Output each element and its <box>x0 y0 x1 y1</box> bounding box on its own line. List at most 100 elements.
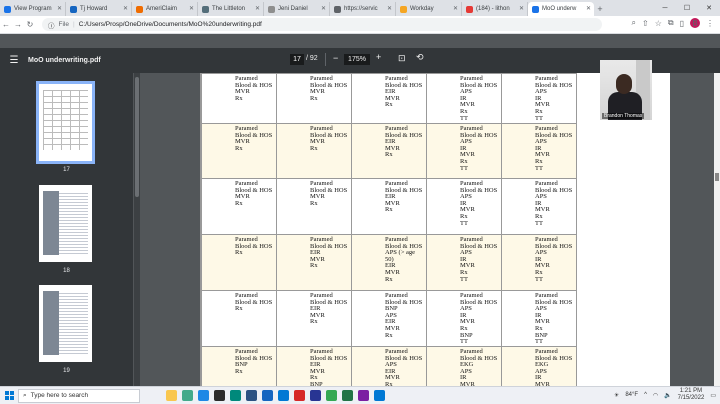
windows-start-icon[interactable] <box>0 391 18 400</box>
cell-line: TT <box>535 338 543 346</box>
taskbar-app-icon[interactable] <box>358 390 369 401</box>
taskbar-app-icon[interactable] <box>214 390 225 401</box>
tab-title: View Program <box>14 6 52 12</box>
cell-line: TT <box>460 338 468 346</box>
network-icon[interactable]: ◠ <box>653 392 658 399</box>
page-number-input[interactable]: 17 <box>290 54 304 65</box>
tab-close-icon[interactable]: ✕ <box>123 5 128 12</box>
tab-close-icon[interactable]: ✕ <box>189 5 194 12</box>
minimize-button[interactable]: ─ <box>654 0 676 16</box>
taskbar-app-icon[interactable] <box>230 390 241 401</box>
volume-icon[interactable]: 🔈 <box>664 392 671 399</box>
thumbnail-sidebar: 17 18 19 <box>0 73 133 386</box>
taskbar-app-icon[interactable] <box>294 390 305 401</box>
new-tab-button[interactable]: + <box>594 2 606 16</box>
hamburger-menu-icon[interactable]: ☰ <box>0 55 28 66</box>
cell-line: Rx <box>310 199 318 207</box>
table-row: Paramed Blood & HOS BNP Rx Paramed Blood & HO… <box>200 346 577 386</box>
cell-line: Rx <box>385 101 393 109</box>
table-cell: Paramed Blood & HOS MVR Rx <box>276 73 352 124</box>
tab-close-icon[interactable]: ✕ <box>57 5 62 12</box>
rotate-icon[interactable]: ⟲ <box>416 52 424 63</box>
cell-line: Rx <box>235 249 243 257</box>
kebab-menu-icon[interactable]: ⋮ <box>706 19 714 28</box>
tab-close-icon[interactable]: ✕ <box>255 5 260 12</box>
taskbar-app-icon[interactable] <box>182 390 193 401</box>
browser-tab[interactable]: https://servic ✕ <box>330 2 396 16</box>
profile-avatar[interactable]: B <box>690 18 700 28</box>
taskbar-app-icon[interactable] <box>278 390 289 401</box>
back-icon[interactable]: ← <box>0 20 12 29</box>
close-window-button[interactable]: ✕ <box>698 0 720 16</box>
tab-close-icon[interactable]: ✕ <box>321 5 326 12</box>
reload-icon[interactable]: ↻ <box>24 20 36 29</box>
taskbar-app-icon[interactable] <box>374 390 385 401</box>
forward-icon[interactable]: → <box>12 20 24 29</box>
thumbnail-page-18[interactable] <box>39 185 92 262</box>
viewer-scroll-thumb[interactable] <box>715 173 719 181</box>
address-input[interactable]: ⓘ File | C:/Users/Prosp/OneDrive/Documen… <box>42 18 602 31</box>
sidebar-scroll-thumb[interactable] <box>135 77 139 197</box>
cell-line: TT <box>460 275 468 283</box>
maximize-button[interactable]: ☐ <box>676 0 698 16</box>
tab-close-icon[interactable]: ✕ <box>519 5 524 12</box>
tab-close-icon[interactable]: ✕ <box>586 5 591 12</box>
browser-tab[interactable]: View Program ✕ <box>0 2 66 16</box>
browser-tab[interactable]: AmeriClaim ✕ <box>132 2 198 16</box>
taskbar-app-icon[interactable] <box>166 390 177 401</box>
tab-title: Jeni Daniel <box>278 6 308 12</box>
taskbar-app-icon[interactable] <box>326 390 337 401</box>
zoom-icon[interactable]: ⌕ <box>632 18 636 28</box>
zoom-out-icon[interactable]: − <box>333 53 338 63</box>
taskbar: ⌕ Type here to search ☀ 84°F ^ ◠ 🔈 1:21 … <box>0 386 720 404</box>
tray-chevron-icon[interactable]: ^ <box>644 392 647 398</box>
cell-line: Rx <box>235 367 243 375</box>
taskbar-app-icon[interactable] <box>342 390 353 401</box>
pdf-filename: MoO underwriting.pdf <box>28 57 101 64</box>
extensions-icon[interactable]: ⧉ <box>668 18 674 28</box>
browser-tab[interactable]: The Littleton ✕ <box>198 2 264 16</box>
browser-tab[interactable]: Workday ✕ <box>396 2 462 16</box>
clock[interactable]: 1:21 PM 7/15/2022 <box>678 388 705 402</box>
notification-icon[interactable]: ▭ <box>710 392 716 399</box>
sidepanel-icon[interactable]: ▯ <box>680 19 684 28</box>
taskbar-app-icon[interactable] <box>310 390 321 401</box>
browser-tab[interactable]: (184) - lithon ✕ <box>462 2 528 16</box>
taskbar-app-icon[interactable] <box>262 390 273 401</box>
address-separator: | <box>72 21 75 28</box>
thumbnail-label: 18 <box>63 268 70 274</box>
weather-icon[interactable]: ☀ <box>614 392 619 399</box>
thumbnail-page-17[interactable] <box>36 81 95 164</box>
bookmark-star-icon[interactable]: ☆ <box>655 19 662 28</box>
cell-line: Rx <box>235 144 243 152</box>
address-bar-row: ← → ↻ ⓘ File | C:/Users/Prosp/OneDrive/D… <box>0 16 720 34</box>
tab-close-icon[interactable]: ✕ <box>387 5 392 12</box>
share-icon[interactable]: ⇧ <box>642 19 649 28</box>
taskbar-search-input[interactable]: ⌕ Type here to search <box>18 388 140 403</box>
page-total: / 92 <box>306 55 318 62</box>
browser-tab[interactable]: Tj Howard ✕ <box>66 2 132 16</box>
browser-tab[interactable]: Jeni Daniel ✕ <box>264 2 330 16</box>
table-cell: Paramed Blood & HOS BNP APS EIR MVR Rx <box>351 290 427 347</box>
viewer-scrollbar[interactable] <box>714 73 720 386</box>
taskbar-app-icon[interactable] <box>246 390 257 401</box>
table-cell: Paramed Blood & HOS BNP Rx <box>201 346 277 386</box>
zoom-in-icon[interactable]: + <box>376 52 381 62</box>
table-cell: Paramed Blood & HOS EKG APS IR MVR <box>426 346 502 386</box>
info-icon[interactable]: ⓘ <box>48 20 55 30</box>
cell-line: Rx <box>235 94 243 102</box>
browser-tab[interactable]: MoO underw ✕ <box>528 2 594 16</box>
taskbar-app-icon[interactable] <box>198 390 209 401</box>
taskbar-app-icons <box>166 390 385 401</box>
table-cell: Paramed Blood & HOS EIR MVR Rx <box>351 123 427 179</box>
table-cell: Paramed Blood & HOS APS IR MVR Rx TT <box>426 234 502 291</box>
tab-close-icon[interactable]: ✕ <box>453 5 458 12</box>
cell-line: Rx <box>310 94 318 102</box>
zoom-level-input[interactable]: 175% <box>344 54 370 65</box>
tab-title: Tj Howard <box>80 6 108 12</box>
cell-line: TT <box>460 114 468 122</box>
fit-page-icon[interactable]: ⊡ <box>398 53 406 64</box>
tab-favicon-icon <box>400 6 407 13</box>
thumbnail-page-19[interactable] <box>39 285 92 362</box>
table-cell: Paramed Blood & HOS EKG APS IR MVR <box>501 346 577 386</box>
